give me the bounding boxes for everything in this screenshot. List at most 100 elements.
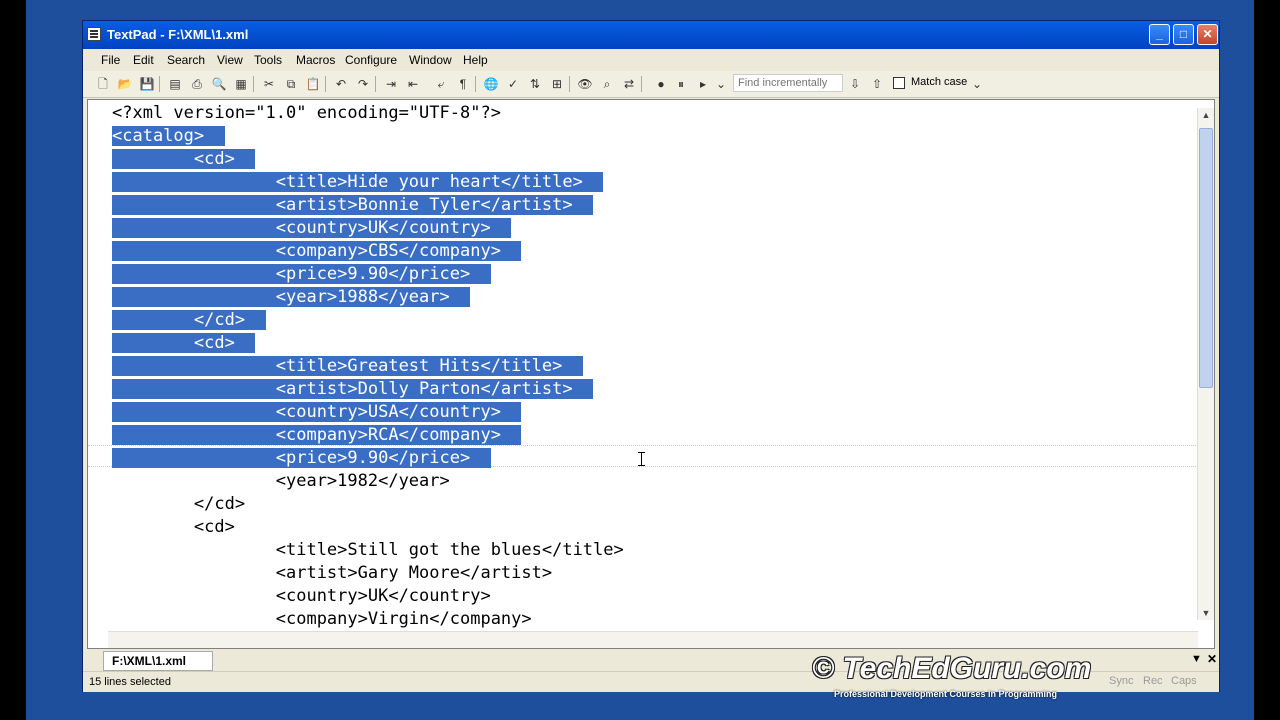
toolbar: 🗋 📂 💾 ▤ ⎙ 🔍 ▦ ✂ ⧉ 📋 ↶ ↷ ⇥ ⇤ ⤶ ¶ 🌐 ✓ ⇅ ⊞ — [83, 71, 1219, 98]
tab-menu-icon[interactable]: ▼ — [1191, 653, 1202, 665]
menu-help[interactable]: Help — [463, 53, 488, 67]
compare-icon[interactable]: ⊞ — [549, 76, 565, 92]
code-line[interactable]: <title>Still got the blues</title> — [112, 539, 624, 562]
outdent-icon[interactable]: ⇤ — [405, 76, 421, 92]
status-caps: Caps — [1171, 675, 1197, 687]
watermark-logo: © TechEdGuru.com — [812, 652, 1092, 685]
print-preview-icon[interactable]: 🔍 — [211, 76, 227, 92]
code-line-text: <catalog> — [112, 126, 225, 146]
code-line[interactable]: <title>Hide your heart</title> — [112, 171, 624, 194]
code-line[interactable]: <country>UK</country> — [112, 585, 624, 608]
code-line[interactable]: <country>UK</country> — [112, 217, 624, 240]
toolbar-separator — [325, 76, 326, 92]
document-lines[interactable]: <?xml version="1.0" encoding="UTF-8"?> <c… — [112, 102, 624, 631]
horizontal-scrollbar[interactable] — [108, 631, 1198, 648]
code-line[interactable]: <company>CBS</company> — [112, 240, 624, 263]
code-line[interactable]: </cd> — [112, 309, 624, 332]
browser-globe-icon[interactable]: 🌐 — [483, 76, 499, 92]
undo-icon[interactable]: ↶ — [333, 76, 349, 92]
menu-macros[interactable]: Macros — [296, 53, 335, 67]
save-icon[interactable]: 💾 — [139, 76, 155, 92]
sort-icon[interactable]: ⇅ — [527, 76, 543, 92]
menu-view[interactable]: View — [217, 53, 243, 67]
vertical-scroll-thumb[interactable] — [1199, 128, 1213, 388]
code-line[interactable]: <company>Virgin</company> — [112, 608, 624, 631]
visible-spaces-icon[interactable]: ¶ — [455, 76, 471, 92]
minimize-button[interactable]: _ — [1149, 24, 1170, 45]
replace-icon[interactable]: ⇄ — [621, 76, 637, 92]
maximize-button[interactable]: □ — [1173, 24, 1194, 45]
code-line-text: <company>CBS</company> — [112, 241, 522, 261]
tab-close-icon[interactable]: ✕ — [1207, 652, 1217, 666]
code-line[interactable]: <?xml version="1.0" encoding="UTF-8"?> — [112, 102, 624, 125]
code-line[interactable]: <artist>Gary Moore</artist> — [112, 562, 624, 585]
code-line[interactable]: <artist>Bonnie Tyler</artist> — [112, 194, 624, 217]
code-line[interactable]: <year>1988</year> — [112, 286, 624, 309]
code-line[interactable]: </cd> — [112, 493, 624, 516]
window-title: TextPad - F:\XML\1.xml — [107, 27, 249, 42]
title-bar[interactable]: TextPad - F:\XML\1.xml _ □ ✕ — [83, 21, 1219, 49]
cut-icon[interactable]: ✂ — [261, 76, 277, 92]
code-line[interactable]: <title>Greatest Hits</title> — [112, 355, 624, 378]
code-line-text: <price>9.90</price> — [112, 448, 491, 468]
record-macro-icon[interactable]: ● — [653, 76, 669, 92]
status-message: 15 lines selected — [89, 676, 171, 688]
editor-pane[interactable]: <?xml version="1.0" encoding="UTF-8"?> <c… — [87, 99, 1215, 649]
menu-file[interactable]: File — [101, 53, 120, 67]
print-icon[interactable]: ⎙ — [189, 76, 205, 92]
vertical-scrollbar[interactable]: ▲ ▼ — [1197, 108, 1214, 620]
document-tab[interactable]: F:\XML\1.xml — [103, 651, 213, 671]
toolbar-overflow-icon[interactable]: ⌄ — [713, 76, 729, 92]
pause-macro-icon[interactable]: ⏸ — [673, 76, 689, 92]
spelling-icon[interactable]: ✓ — [505, 76, 521, 92]
code-line[interactable]: <company>RCA</company> — [112, 424, 624, 447]
open-folder-icon[interactable]: 📂 — [117, 76, 133, 92]
code-line-text: <title>Hide your heart</title> — [112, 172, 604, 192]
scroll-down-icon[interactable]: ▼ — [1198, 608, 1214, 618]
find-down-icon[interactable]: ⇩ — [847, 76, 863, 92]
page-setup-icon[interactable]: ▦ — [233, 76, 249, 92]
watermark-tagline: Professional Development Courses in Prog… — [834, 689, 1058, 699]
redo-icon[interactable]: ↷ — [355, 76, 371, 92]
indent-icon[interactable]: ⇥ — [383, 76, 399, 92]
code-line-text: <artist>Gary Moore</artist> — [112, 563, 553, 583]
find-next-icon[interactable]: ⌕ — [599, 76, 615, 92]
code-line[interactable]: <cd> — [112, 148, 624, 171]
menu-search[interactable]: Search — [167, 53, 205, 67]
code-line[interactable]: <catalog> — [112, 125, 624, 148]
save-all-icon[interactable]: ▤ — [167, 76, 183, 92]
status-rec: Rec — [1143, 675, 1163, 687]
toolbar-separator — [475, 76, 476, 92]
menu-edit[interactable]: Edit — [133, 53, 154, 67]
code-line-text: <year>1982</year> — [112, 471, 450, 491]
toolbar-overflow-icon[interactable]: ⌄ — [969, 76, 985, 92]
code-line[interactable]: <year>1982</year> — [112, 470, 624, 493]
menu-tools[interactable]: Tools — [254, 53, 282, 67]
code-line-text: <cd> — [112, 333, 256, 353]
textpad-window: TextPad - F:\XML\1.xml _ □ ✕ File Edit S… — [82, 20, 1220, 692]
find-incrementally-input[interactable] — [733, 74, 843, 92]
scroll-up-icon[interactable]: ▲ — [1198, 110, 1214, 120]
code-line[interactable]: <price>9.90</price> — [112, 263, 624, 286]
close-button[interactable]: ✕ — [1197, 24, 1218, 45]
new-file-icon[interactable]: 🗋 — [95, 76, 111, 92]
match-case-checkbox[interactable] — [893, 77, 905, 89]
play-macro-icon[interactable]: ▸ — [695, 76, 711, 92]
toolbar-separator — [569, 76, 570, 92]
copy-icon[interactable]: ⧉ — [283, 76, 299, 92]
paste-icon[interactable]: 📋 — [305, 76, 321, 92]
find-icon[interactable]: 👁 — [577, 76, 593, 92]
code-line[interactable]: <cd> — [112, 332, 624, 355]
toolbar-separator — [159, 76, 160, 92]
code-line[interactable]: <price>9.90</price> — [112, 447, 624, 470]
code-line[interactable]: <country>USA</country> — [112, 401, 624, 424]
code-line-text: <title>Greatest Hits</title> — [112, 356, 583, 376]
menu-configure[interactable]: Configure — [345, 53, 397, 67]
find-up-icon[interactable]: ⇧ — [869, 76, 885, 92]
menu-window[interactable]: Window — [409, 53, 452, 67]
word-wrap-icon[interactable]: ⤶ — [433, 76, 449, 92]
code-line[interactable]: <artist>Dolly Parton</artist> — [112, 378, 624, 401]
code-line-text: <price>9.90</price> — [112, 264, 491, 284]
code-line[interactable]: <cd> — [112, 516, 624, 539]
code-line-text: <cd> — [112, 517, 235, 537]
